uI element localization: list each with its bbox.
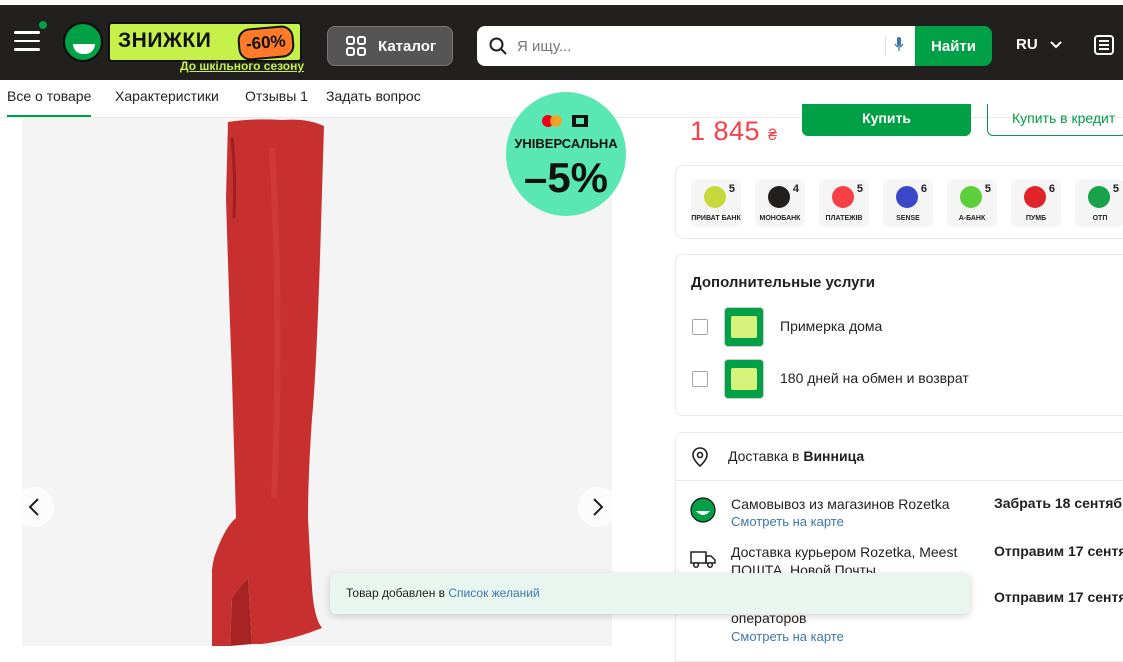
bank-name: МОНОБАНК <box>759 215 801 222</box>
active-tab-indicator <box>7 115 91 117</box>
truck-icon <box>690 551 716 569</box>
universal-discount-badge: УНІВЕРСАЛЬНА –5% <box>506 92 626 216</box>
delivery-date: Забрать 18 сентября <box>994 495 1123 511</box>
promo-subtitle-link[interactable]: До шкільного сезону <box>180 59 304 73</box>
rozetka-logo-icon <box>690 497 716 523</box>
bank-monobank[interactable]: 4 МОНОБАНК <box>755 179 805 227</box>
buy-on-credit-button[interactable]: Купить в кредит <box>987 104 1123 136</box>
bank-sense[interactable]: 6 SENSE <box>883 179 933 227</box>
bank-installments: 5 <box>728 183 735 195</box>
delivery-panel: Доставка в Винница Самовывоз из магазино… <box>675 432 1123 662</box>
bank-name: ПРИВАТ БАНК <box>691 215 741 222</box>
bank-installments: 5 <box>856 183 863 195</box>
abank-logo-icon <box>960 186 982 208</box>
delivery-city[interactable]: Винница <box>803 448 864 464</box>
view-on-map-link[interactable]: Смотреть на карте <box>731 514 844 529</box>
toast-text: Товар добавлен в <box>346 586 446 600</box>
search-input[interactable] <box>517 37 857 55</box>
language-label: RU <box>1016 36 1038 53</box>
catalog-button[interactable]: Каталог <box>327 26 453 66</box>
tab-all-about-product[interactable]: Все о товаре <box>7 88 91 104</box>
service-label[interactable]: 180 дней на обмен и возврат <box>780 370 969 386</box>
delivery-city-selector[interactable]: Доставка в Винница <box>676 433 1123 481</box>
discount-value: –5% <box>523 154 609 201</box>
location-pin-icon <box>692 447 708 467</box>
sense-logo-icon <box>896 186 918 208</box>
search-icon <box>489 37 507 55</box>
service-home-fitting: Примерка дома <box>692 307 1112 347</box>
bank-abank[interactable]: 5 А-БАНК <box>947 179 997 227</box>
top-header: ЗНИЖКИ -60% До шкільного сезону Каталог … <box>0 0 1123 80</box>
service-thumbnail <box>724 359 764 399</box>
bank-installments: 5 <box>984 183 991 195</box>
bank-privatbank[interactable]: 5 ПРИВАТ БАНК <box>691 179 741 227</box>
pumb-logo-icon <box>1024 186 1046 208</box>
price-value: 1 845 <box>690 116 761 146</box>
product-image-boot <box>212 119 324 646</box>
service-checkbox[interactable] <box>692 319 708 335</box>
delivery-prefix: Доставка в <box>728 448 800 464</box>
bank-name: ОТП <box>1092 215 1108 222</box>
tab-ask-question[interactable]: Задать вопрос <box>326 88 421 104</box>
delivery-option-title: Самовывоз из магазинов Rozetka <box>731 496 950 512</box>
tab-characteristics[interactable]: Характеристики <box>115 88 219 104</box>
delivery-date: Отправим 17 сентября <box>994 589 1123 605</box>
chevron-left-icon <box>28 498 39 516</box>
list-icon[interactable] <box>1094 35 1114 60</box>
bank-platezhiv[interactable]: 5 ПЛАТЕЖІВ <box>819 179 869 227</box>
buy-button[interactable]: Купить <box>802 104 971 136</box>
product-price: 1 845 ₴ <box>690 116 778 147</box>
wishlist-link[interactable]: Список желаний <box>448 586 539 600</box>
privatbank-logo-icon <box>704 186 726 208</box>
chevron-down-icon <box>1049 40 1062 48</box>
service-180-days-return: 180 дней на обмен и возврат <box>692 359 1112 399</box>
catalog-label: Каталог <box>378 37 437 55</box>
promo-title: ЗНИЖКИ <box>118 29 212 52</box>
delivery-heading: Доставка в Винница <box>728 448 864 464</box>
bank-name: А-БАНК <box>958 215 986 222</box>
wishlist-toast: Товар добавлен в Список желаний <box>330 573 970 614</box>
prev-image-button[interactable] <box>14 487 54 527</box>
next-image-button[interactable] <box>578 487 618 527</box>
notification-dot <box>37 19 49 31</box>
bank-name: ПЛАТЕЖІВ <box>825 215 863 222</box>
menu-icon[interactable] <box>14 31 40 51</box>
buy-label: Купить <box>862 110 911 126</box>
bank-installments: 4 <box>792 183 799 195</box>
additional-services: Дополнительные услуги Примерка дома 180 … <box>675 254 1123 416</box>
microphone-icon[interactable] <box>885 36 905 56</box>
rozetka-logo-icon[interactable] <box>63 22 103 62</box>
discount-label: УНІВЕРСАЛЬНА <box>514 136 618 151</box>
delivery-date: Отправим 17 сентября <box>994 543 1123 559</box>
bank-otp[interactable]: 5 ОТП <box>1075 179 1123 227</box>
language-selector[interactable]: RU <box>1016 36 1062 53</box>
bank-installments: 6 <box>920 183 927 195</box>
payment-options-panel: 5 ПРИВАТ БАНК 4 МОНОБАНК 5 ПЛАТЕЖІВ 6 SE… <box>675 165 1123 239</box>
promo-badge: -60% <box>237 24 296 62</box>
search-box <box>477 26 915 66</box>
card-logo-icon <box>542 115 588 127</box>
search-button[interactable]: Найти <box>915 26 992 66</box>
service-checkbox[interactable] <box>692 371 708 387</box>
bank-name: ПУМБ <box>1025 215 1047 222</box>
bank-installments: 5 <box>1112 183 1119 195</box>
monobank-logo-icon <box>768 186 790 208</box>
tab-reviews[interactable]: Отзывы 1 <box>245 88 308 104</box>
bank-name: SENSE <box>896 215 920 222</box>
view-on-map-link[interactable]: Смотреть на карте <box>731 629 844 644</box>
promo-banner[interactable]: ЗНИЖКИ -60% <box>108 22 302 62</box>
chevron-right-icon <box>593 498 604 516</box>
otp-logo-icon <box>1088 186 1110 208</box>
bank-installments: 6 <box>1048 183 1055 195</box>
service-label[interactable]: Примерка дома <box>780 318 882 334</box>
price-currency: ₴ <box>768 127 778 144</box>
grid-icon <box>346 36 366 56</box>
services-title: Дополнительные услуги <box>691 274 875 291</box>
credit-label: Купить в кредит <box>1012 110 1116 126</box>
service-thumbnail <box>724 307 764 347</box>
platezhiv-logo-icon <box>832 186 854 208</box>
bank-pumb[interactable]: 6 ПУМБ <box>1011 179 1061 227</box>
